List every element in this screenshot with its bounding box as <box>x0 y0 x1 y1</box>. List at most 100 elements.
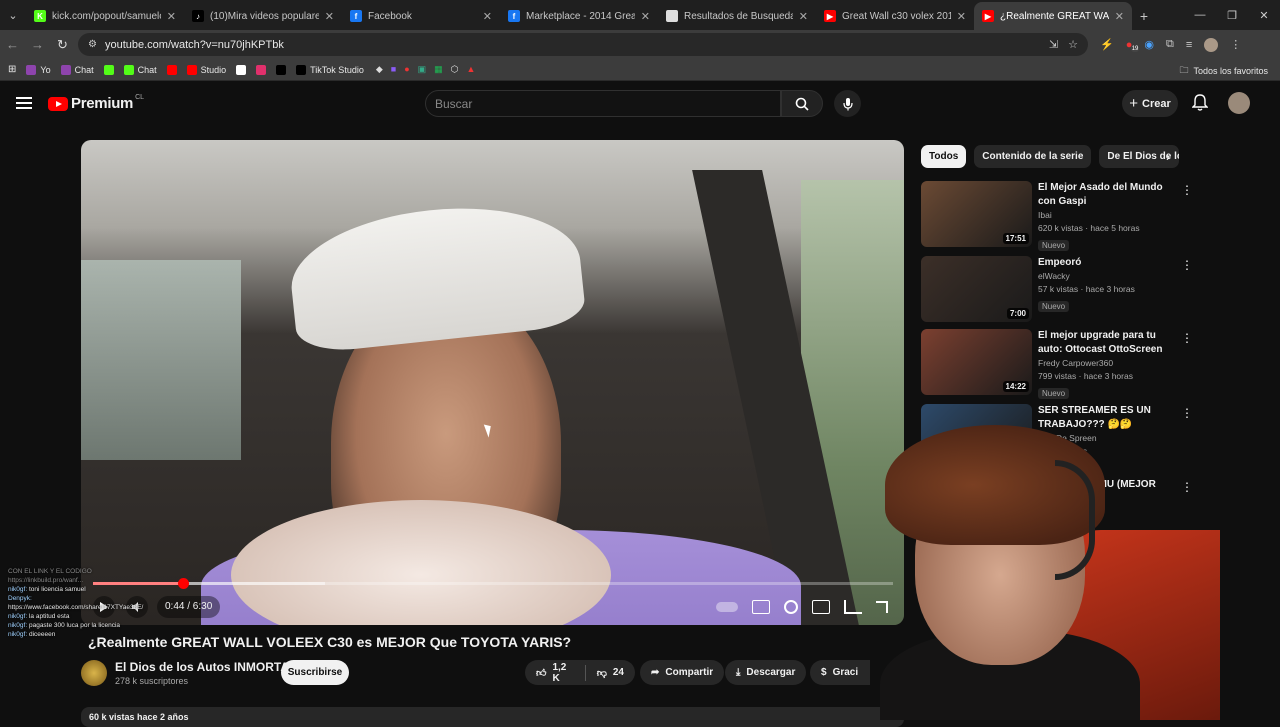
notifications-bell-icon[interactable] <box>1192 94 1208 112</box>
bookmark-item[interactable]: Studio <box>186 64 226 75</box>
bookmark-item[interactable]: Yo <box>26 64 51 75</box>
bookmark-square-icon[interactable]: ■ <box>391 64 396 75</box>
browser-tab[interactable]: ♪ (10)Mira videos populares sele ✕ <box>184 2 342 30</box>
download-button[interactable]: ⤓ Descargar <box>725 660 807 685</box>
browser-tab[interactable]: f Marketplace - 2014 Great Wall ✕ <box>500 2 658 30</box>
bookmark-favicon-icon <box>296 64 307 75</box>
dislike-button[interactable]: 👎︎ 24 <box>586 660 635 685</box>
tab-title: kick.com/popout/samuelon/ch <box>52 10 161 22</box>
channel-avatar[interactable] <box>81 660 107 686</box>
account-avatar[interactable] <box>1228 92 1250 114</box>
video-title[interactable]: El mejor upgrade para tu auto: Ottocast … <box>1038 329 1172 357</box>
recommended-video[interactable]: 14:22 El mejor upgrade para tu auto: Otto… <box>921 329 1201 399</box>
tab-close-icon[interactable]: ✕ <box>167 10 176 23</box>
logo-country: CL <box>135 94 145 101</box>
settings-gear-icon[interactable] <box>784 600 798 614</box>
bookmark-cube-icon[interactable]: ⬡ <box>451 64 459 75</box>
bookmark-item[interactable] <box>103 64 114 75</box>
browser-tab[interactable]: ▶ Great Wall c30 volex 2014 - Yo ✕ <box>816 2 974 30</box>
bookmark-item[interactable]: Chat <box>60 64 94 75</box>
tab-search-icon[interactable]: ⌄ <box>0 0 26 30</box>
like-button[interactable]: 👍︎ 1,2 K <box>525 660 585 685</box>
description-box[interactable]: 60 k vistas hace 2 años <box>81 707 904 727</box>
video-title[interactable]: El Mejor Asado del Mundo con Gaspi <box>1038 181 1172 209</box>
recommended-video[interactable]: 17:51 El Mejor Asado del Mundo con Gaspi I… <box>921 181 1201 251</box>
youtube-logo[interactable]: Premium CL <box>48 94 145 112</box>
bookmark-item[interactable]: Chat <box>123 64 157 75</box>
new-tab-button[interactable]: + <box>1132 2 1156 30</box>
subscribe-button[interactable]: Suscribirse <box>281 660 349 685</box>
voice-search-button[interactable] <box>834 90 861 117</box>
tab-close-icon[interactable]: ✕ <box>957 10 966 23</box>
back-icon[interactable]: ← <box>0 37 25 52</box>
video-thumbnail[interactable]: 7:00 <box>921 256 1032 322</box>
download-icon: ⤓ <box>736 667 741 678</box>
video-channel[interactable]: Fredy Carpower360 <box>1038 357 1172 370</box>
video-thumbnail[interactable]: 14:22 <box>921 329 1032 395</box>
autoplay-toggle-icon[interactable] <box>716 602 738 612</box>
tab-close-icon[interactable]: ✕ <box>325 10 334 23</box>
search-input[interactable]: Buscar <box>425 90 781 117</box>
filter-chip[interactable]: Contenido de la serie <box>974 145 1092 168</box>
video-channel[interactable]: Ibai <box>1038 209 1172 222</box>
puzzle-icon[interactable]: ⧉ <box>1166 38 1174 51</box>
bookmark-photo-icon[interactable]: ▣ <box>418 64 427 75</box>
site-info-icon[interactable]: ⚙ <box>88 39 97 50</box>
tab-favicon-icon: ▶ <box>824 10 836 22</box>
browser-tab[interactable]: f Facebook ✕ <box>342 2 500 30</box>
tab-close-icon[interactable]: ✕ <box>483 10 492 23</box>
bookmark-favicon-icon <box>123 64 134 75</box>
bookmark-item[interactable] <box>236 64 247 75</box>
media-icon[interactable]: ≡ <box>1186 39 1192 51</box>
bookmark-item[interactable] <box>256 64 267 75</box>
create-button[interactable]: + Crear <box>1122 90 1178 117</box>
bookmark-item[interactable] <box>166 64 177 75</box>
tab-close-icon[interactable]: ✕ <box>1115 10 1124 23</box>
tab-close-icon[interactable]: ✕ <box>641 10 650 23</box>
all-bookmarks[interactable]: 🗀 Todos los favoritos <box>1179 63 1268 79</box>
bookmark-red-icon[interactable]: ▲ <box>467 64 476 75</box>
video-player[interactable]: 0:44 / 6:30 <box>81 140 904 625</box>
extension-badge-icon[interactable]: ● 19 <box>1126 39 1140 52</box>
install-icon[interactable]: ⇲ <box>1049 38 1058 51</box>
audio-extension-icon[interactable]: ◉ <box>1144 38 1154 51</box>
browser-tab[interactable]: Resultados de Busqueda • Pate ✕ <box>658 2 816 30</box>
omnibox[interactable]: ⚙ youtube.com/watch?v=nu70jhKPTbk ⇲ ☆ <box>78 33 1088 56</box>
search-button[interactable] <box>781 90 823 117</box>
restore-icon[interactable]: ❐ <box>1216 9 1248 22</box>
extension-icon[interactable]: ⚡ <box>1100 38 1114 51</box>
more-options-icon[interactable]: ⋮ <box>1181 183 1193 197</box>
more-options-icon[interactable]: ⋮ <box>1181 258 1193 272</box>
reload-icon[interactable]: ↻ <box>50 37 75 53</box>
video-thumbnail[interactable]: 17:51 <box>921 181 1032 247</box>
forward-icon[interactable]: → <box>25 37 50 52</box>
subtitles-icon[interactable] <box>752 600 770 614</box>
menu-dots-icon[interactable]: ⋮ <box>1230 38 1241 51</box>
video-progress-bar[interactable] <box>93 578 893 589</box>
channel-name[interactable]: El Dios de los Autos INMORTAL <box>115 660 296 674</box>
progress-scrubber[interactable] <box>178 578 190 589</box>
browser-tab[interactable]: Kkick.com/popout/samuelon/ch ✕ <box>26 2 184 30</box>
filter-chip[interactable]: Todos <box>921 145 967 168</box>
bookmark-item[interactable]: TikTok Studio <box>296 64 364 75</box>
miniplayer-icon[interactable] <box>812 600 830 614</box>
bookmark-sheets-icon[interactable]: ▦ <box>434 64 443 75</box>
hamburger-menu-icon[interactable] <box>16 97 32 109</box>
bookmark-star-icon[interactable]: ☆ <box>1068 38 1078 51</box>
recommended-video[interactable]: 7:00 Empeoró elWacky 57 k vistas · hace 3 h… <box>921 256 1201 322</box>
share-button[interactable]: ➦ Compartir <box>640 660 725 685</box>
bookmark-diamond-icon[interactable]: ◆ <box>376 64 383 75</box>
tab-close-icon[interactable]: ✕ <box>799 10 808 23</box>
video-channel[interactable]: elWacky <box>1038 270 1172 283</box>
apps-icon[interactable]: ⊞ <box>8 64 16 75</box>
bookmark-circle-icon[interactable]: ● <box>404 64 409 75</box>
video-title[interactable]: Empeoró <box>1038 256 1172 270</box>
more-options-icon[interactable]: ⋮ <box>1181 406 1193 420</box>
more-options-icon[interactable]: ⋮ <box>1181 331 1193 345</box>
profile-icon[interactable] <box>1204 37 1219 52</box>
bookmark-item[interactable] <box>276 64 287 75</box>
minimize-icon[interactable]: — <box>1184 9 1216 21</box>
chevron-right-icon[interactable]: › <box>1166 150 1170 164</box>
close-window-icon[interactable]: ✕ <box>1248 9 1280 22</box>
browser-tab[interactable]: ▶ ¿Realmente GREAT WALL VOLE ✕ <box>974 2 1132 30</box>
